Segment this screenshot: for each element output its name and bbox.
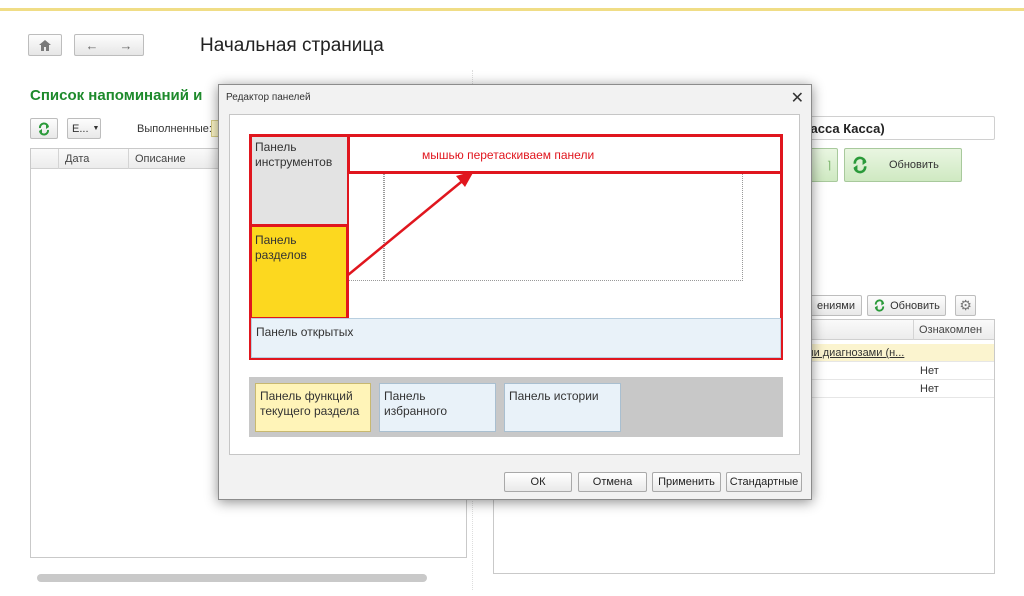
refresh-icon: [39, 122, 49, 135]
row-ack-value: Нет: [920, 365, 939, 377]
dropdown-label: Е...: [72, 122, 89, 135]
gear-icon: ⚙: [959, 297, 972, 313]
horizontal-scrollbar[interactable]: [37, 574, 427, 582]
ok-button[interactable]: ОК: [504, 472, 572, 492]
column-date[interactable]: Дата: [65, 153, 89, 165]
home-icon: [39, 39, 51, 51]
history-nav: ← →: [74, 34, 144, 56]
history-panel-label: Панель истории: [509, 389, 599, 403]
available-panels-tray: Панель функций текущего раздела Панель и…: [249, 377, 783, 437]
dropdown-arrow-icon: ▼: [92, 125, 100, 132]
functions-panel[interactable]: Панель функций текущего раздела: [255, 383, 371, 432]
cash-title-text: касса Касса): [804, 121, 885, 136]
acquaint-label: ениями: [816, 299, 855, 312]
refresh-large-button[interactable]: Обновить: [844, 148, 962, 182]
page-title: Начальная страница: [200, 35, 384, 56]
column-description[interactable]: Описание: [135, 153, 186, 165]
dialog-title: Редактор панелей: [226, 92, 311, 103]
cancel-button[interactable]: Отмена: [578, 472, 647, 492]
refresh-small-label: Обновить: [890, 299, 940, 312]
favorites-panel[interactable]: Панель избранного: [379, 383, 496, 432]
completed-label: Выполненные:: [137, 123, 212, 135]
forward-arrow-icon[interactable]: →: [120, 38, 133, 53]
panel-layout-area: Панель инструментов мышью перетаскиваем …: [229, 114, 800, 455]
history-panel[interactable]: Панель истории: [504, 383, 621, 432]
cash-title-field: касса Касса): [795, 116, 995, 140]
top-accent-line: [0, 8, 1024, 11]
refresh-small-button[interactable]: Обновить: [867, 295, 946, 316]
close-icon[interactable]: ✕: [791, 88, 804, 108]
settings-button[interactable]: ⚙: [955, 295, 976, 316]
reminders-dropdown[interactable]: Е... ▼: [67, 118, 101, 139]
row-description: ми диагнозами (н...: [806, 347, 905, 359]
favorites-panel-label: Панель избранного: [384, 389, 448, 418]
functions-panel-label: Панель функций текущего раздела: [260, 389, 360, 418]
row-ack-value: Нет: [920, 383, 939, 395]
column-acknowledged[interactable]: Ознакомлен: [919, 324, 982, 336]
refresh-icon: [874, 299, 885, 312]
back-arrow-icon[interactable]: ←: [86, 38, 99, 53]
standard-button[interactable]: Стандартные: [726, 472, 802, 492]
refresh-icon: [853, 156, 867, 174]
refresh-large-label: Обновить: [889, 159, 939, 171]
refresh-reminders-button[interactable]: [30, 118, 58, 139]
panel-editor-dialog: Редактор панелей ✕ Панель инструментов м…: [218, 84, 812, 500]
reminders-title: Список напоминаний и: [30, 87, 203, 104]
apply-button[interactable]: Применить: [652, 472, 721, 492]
home-button[interactable]: [28, 34, 62, 56]
